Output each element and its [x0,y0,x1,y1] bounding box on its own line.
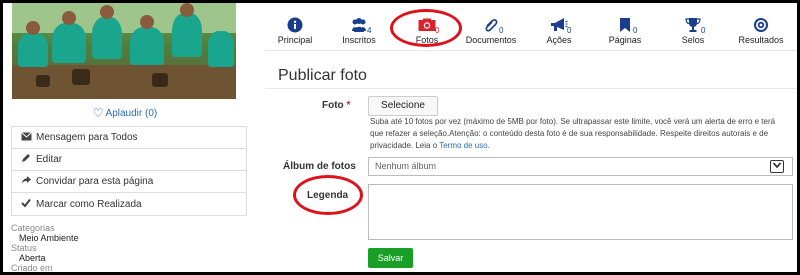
album-select-value: Nenhum álbum [375,161,437,171]
tab-principal[interactable]: Principal [265,3,325,49]
select-photo-button[interactable]: Selecione [368,96,438,116]
legenda-textarea[interactable] [368,184,793,240]
tab-resultados[interactable]: Resultados [731,3,791,49]
status-label: Status [11,243,37,253]
categories-value: Meio Ambiente [19,233,79,243]
tab-documentos[interactable]: 0 Documentos [461,3,521,49]
categories-label: Categorias [11,223,55,233]
share-arrow-icon [20,175,32,188]
tab-paginas[interactable]: 0 Páginas [595,3,655,49]
target-icon [753,17,769,35]
created-label: Criado em [11,263,53,272]
title-divider [265,88,797,89]
tab-inscritos[interactable]: 4 Inscritos [329,3,389,49]
save-button[interactable]: Salvar [368,248,413,268]
mark-done-action[interactable]: Marcar como Realizada [12,193,246,215]
terms-of-use-link[interactable]: Termo de uso [439,141,487,150]
checkmark-icon [20,198,32,211]
envelope-icon [20,131,32,144]
applaud-button[interactable]: ♡ Aplaudir (0) [3,106,247,120]
cover-photo [12,3,236,99]
tab-count: 0 [633,26,638,35]
action-label: Editar [36,154,63,165]
tab-count: 0 [567,26,572,35]
tab-count: 4 [367,26,372,35]
bookmark-icon [617,17,633,35]
action-list: Mensagem para Todos Editar Convidar para… [11,126,247,216]
trophy-icon [685,17,701,35]
tab-count: 0 [435,26,440,35]
tab-count: 0 [499,26,504,35]
message-all-action[interactable]: Mensagem para Todos [12,127,246,149]
action-label: Convidar para esta página [36,176,154,187]
legenda-label: Legenda [307,190,349,201]
heart-icon: ♡ [92,106,104,120]
tab-bar: Principal 4 Inscritos 0 Fotos 0 Document… [265,3,797,51]
album-select[interactable]: Nenhum álbum [368,157,793,176]
tab-selos[interactable]: 0 Selos [663,3,723,49]
megaphone-icon [550,17,568,35]
paperclip-icon [483,17,499,35]
pencil-icon [20,153,32,166]
page-title: Publicar foto [278,67,367,84]
album-label: Álbum de fotos [283,161,356,172]
camera-icon [418,18,436,34]
tab-acoes[interactable]: 0 Ações [529,3,589,49]
invite-action[interactable]: Convidar para esta página [12,171,246,193]
upload-help-text: Suba até 10 fotos por vez (máximo de 5MB… [370,117,776,150]
sidebar: ♡ Aplaudir (0) Mensagem para Todos Editar… [3,3,247,272]
action-label: Marcar como Realizada [36,198,142,210]
tab-fotos[interactable]: 0 Fotos [397,3,457,49]
applaud-label: Aplaudir (0) [105,108,158,119]
chevron-down-icon [770,160,784,173]
status-value: Aberta [19,253,46,263]
info-icon [287,17,303,35]
tab-count: 0 [701,26,706,35]
page-meta: Categorias Meio Ambiente Status Aberta C… [11,223,79,272]
edit-action[interactable]: Editar [12,149,246,171]
foto-label: Foto * [322,100,351,111]
page-frame: ♡ Aplaudir (0) Mensagem para Todos Editar… [3,3,797,272]
users-icon [350,17,368,35]
required-mark: * [346,100,351,111]
action-label: Mensagem para Todos [36,132,138,143]
